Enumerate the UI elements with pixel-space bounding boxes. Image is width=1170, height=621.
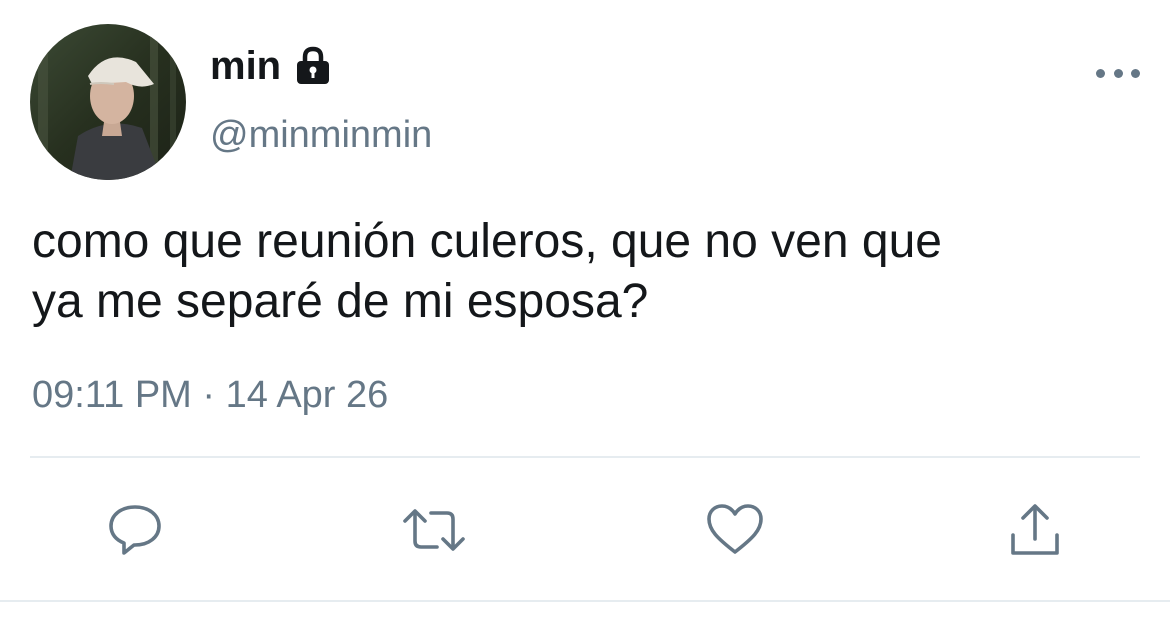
- tweet-text: como que reunión culeros, que no ven que…: [32, 215, 942, 328]
- retweet-icon: [401, 501, 467, 559]
- like-button[interactable]: [700, 495, 770, 565]
- tweet-card: min @minminmin como que reunión culeros,…: [0, 0, 1170, 621]
- share-icon: [1007, 501, 1063, 559]
- lock-icon: [293, 46, 333, 86]
- avatar[interactable]: [30, 24, 186, 180]
- bottom-divider: [0, 600, 1170, 602]
- reply-icon: [106, 501, 164, 559]
- like-icon: [705, 502, 765, 558]
- retweet-button[interactable]: [399, 495, 469, 565]
- more-dot: [1131, 68, 1140, 78]
- more-dot: [1113, 68, 1123, 78]
- divider: [30, 456, 1140, 458]
- share-button[interactable]: [1000, 495, 1070, 565]
- more-dot: [1096, 68, 1105, 78]
- user-handle[interactable]: @minminmin: [210, 112, 432, 158]
- display-name[interactable]: min: [210, 42, 281, 90]
- reply-button[interactable]: [100, 495, 170, 565]
- display-name-row: min: [210, 42, 333, 90]
- more-options-icon[interactable]: [1096, 58, 1140, 88]
- tweet-timestamp[interactable]: 09:11 PM · 14 Apr 26: [32, 372, 388, 418]
- action-bar: [0, 495, 1170, 565]
